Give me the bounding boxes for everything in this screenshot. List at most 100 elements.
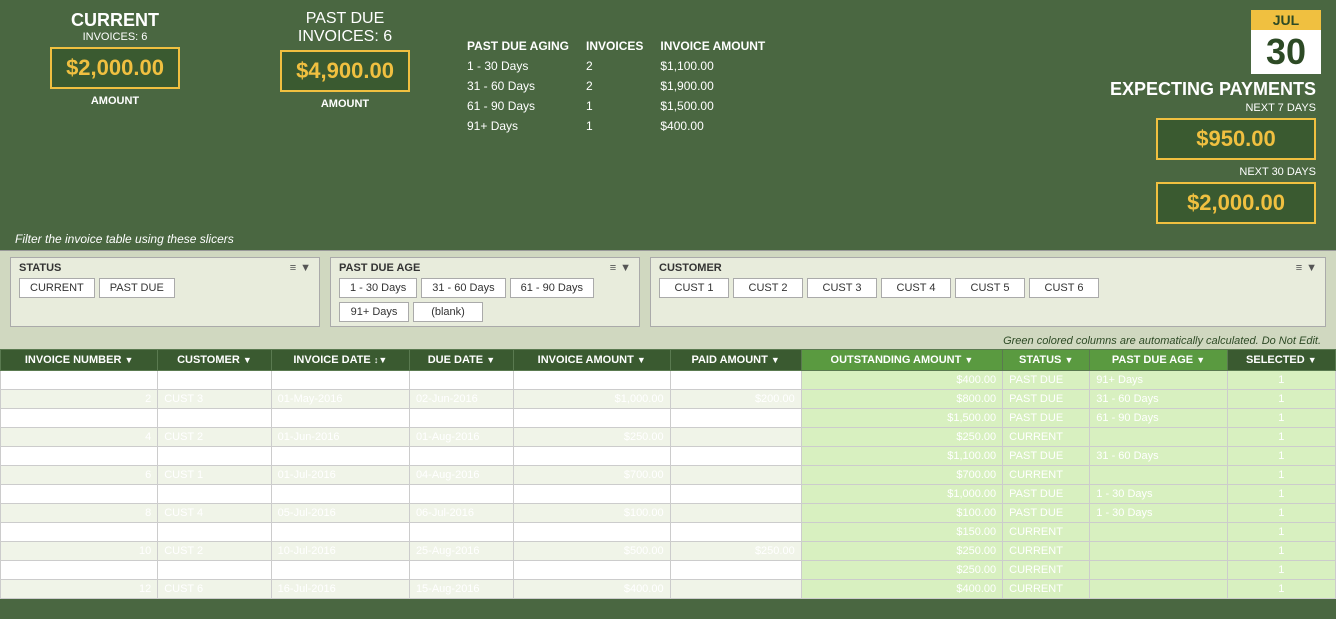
- header-area: CURRENT INVOICES: 6 $2,000.00 AMOUNT PAS…: [0, 0, 1336, 228]
- cell-paid-amount: $250.00: [670, 541, 801, 560]
- cell-outstanding: $700.00: [801, 465, 1002, 484]
- cell-invoice-date: 10-Jul-2016: [271, 541, 409, 560]
- th-outstanding-amount[interactable]: OUTSTANDING AMOUNT ▼: [801, 349, 1002, 370]
- age-slicer-btn[interactable]: 61 - 90 Days: [510, 278, 594, 298]
- aging-invoices: 2: [586, 57, 658, 75]
- cell-outstanding: $250.00: [801, 560, 1002, 579]
- invoice-number-filter-icon[interactable]: ▼: [124, 355, 133, 365]
- status-slicer-btn[interactable]: CURRENT: [19, 278, 95, 298]
- cell-paid-amount: [670, 427, 801, 446]
- main-container: CURRENT INVOICES: 6 $2,000.00 AMOUNT PAS…: [0, 0, 1336, 599]
- th-paid-amount[interactable]: PAID AMOUNT ▼: [670, 349, 801, 370]
- table-row: 7 CUST 2 01-Jul-2016 20-Jul-2016 $1,500.…: [1, 484, 1336, 503]
- cell-paid-amount: [670, 522, 801, 541]
- cell-past-due-age: [1090, 579, 1227, 598]
- invoice-date-filter-icon[interactable]: ↕▼: [374, 355, 387, 365]
- cell-invoice-amount: $500.00: [513, 541, 670, 560]
- aging-amount: $1,100.00: [660, 57, 780, 75]
- cell-invoice-amount: $150.00: [513, 522, 670, 541]
- selected-filter-icon[interactable]: ▼: [1308, 355, 1317, 365]
- customer-slicer-btn[interactable]: CUST 3: [807, 278, 877, 298]
- status-slicer-title: STATUS: [19, 262, 61, 274]
- cell-invoice-date: 01-Jul-2016: [271, 484, 409, 503]
- customer-slicer-btn[interactable]: CUST 6: [1029, 278, 1099, 298]
- table-row: 6 CUST 1 01-Jul-2016 04-Aug-2016 $700.00…: [1, 465, 1336, 484]
- cell-selected: 1: [1227, 522, 1335, 541]
- paid-amount-filter-icon[interactable]: ▼: [771, 355, 780, 365]
- cell-selected: 1: [1227, 465, 1335, 484]
- past-due-age-filter-icon[interactable]: ▼: [1196, 355, 1205, 365]
- customer-filter-icon[interactable]: ≡: [1296, 262, 1302, 274]
- th-invoice-number[interactable]: INVOICE NUMBER ▼: [1, 349, 158, 370]
- cell-invoice-number: 12: [1, 579, 158, 598]
- th-past-due-age[interactable]: PAST DUE AGE ▼: [1090, 349, 1227, 370]
- cell-invoice-date: 01-May-2016: [271, 408, 409, 427]
- cell-status: PAST DUE: [1003, 389, 1090, 408]
- customer-slicer-header: CUSTOMER ≡ ▼: [659, 262, 1317, 274]
- next30-amount-box: $2,000.00: [1156, 182, 1316, 224]
- past-due-invoices: INVOICES: 6: [255, 28, 435, 46]
- cell-due-date: 01-Apr-2016: [409, 370, 513, 389]
- cell-outstanding: $400.00: [801, 370, 1002, 389]
- table-row: 5 CUST 1 01-Jun-2016 05-Jun-2016 $1,200.…: [1, 446, 1336, 465]
- past-due-age-slicer-header: PAST DUE AGE ≡ ▼: [339, 262, 631, 274]
- cell-invoice-number: 8: [1, 503, 158, 522]
- th-invoice-amount[interactable]: INVOICE AMOUNT ▼: [513, 349, 670, 370]
- invoice-amount-filter-icon[interactable]: ▼: [637, 355, 646, 365]
- aging-range: 61 - 90 Days: [467, 97, 584, 115]
- th-invoice-date[interactable]: INVOICE DATE ↕▼: [271, 349, 409, 370]
- aging-range: 31 - 60 Days: [467, 77, 584, 95]
- cell-customer: CUST 2: [158, 541, 271, 560]
- cell-invoice-number: 1: [1, 370, 158, 389]
- cell-invoice-date: 16-Jul-2016: [271, 579, 409, 598]
- next7-amount: $950.00: [1170, 126, 1302, 152]
- current-amount-label: AMOUNT: [25, 95, 205, 107]
- customer-slicer-btn[interactable]: CUST 4: [881, 278, 951, 298]
- header-main-content: CURRENT INVOICES: 6 $2,000.00 AMOUNT PAS…: [15, 10, 1021, 137]
- cell-invoice-date: 15-Jul-2016: [271, 560, 409, 579]
- status-clear-icon[interactable]: ▼: [300, 262, 311, 274]
- cell-invoice-amount: $100.00: [513, 503, 670, 522]
- cell-status: PAST DUE: [1003, 484, 1090, 503]
- age-slicer-btn[interactable]: 1 - 30 Days: [339, 278, 417, 298]
- status-slicer-btn[interactable]: PAST DUE: [99, 278, 175, 298]
- status-slicer: STATUS ≡ ▼ CURRENTPAST DUE: [10, 257, 320, 327]
- outstanding-filter-icon[interactable]: ▼: [964, 355, 973, 365]
- cell-outstanding: $250.00: [801, 541, 1002, 560]
- age-slicer-btn[interactable]: 31 - 60 Days: [421, 278, 505, 298]
- next30-label: NEXT 30 DAYS: [1106, 166, 1316, 178]
- customer-slicer-title: CUSTOMER: [659, 262, 722, 274]
- customer-clear-icon[interactable]: ▼: [1306, 262, 1317, 274]
- customer-slicer-btn[interactable]: CUST 5: [955, 278, 1025, 298]
- calendar-day: 30: [1251, 30, 1321, 74]
- cell-past-due-age: [1090, 465, 1227, 484]
- cell-selected: 1: [1227, 579, 1335, 598]
- status-filter-icon[interactable]: ≡: [290, 262, 296, 274]
- cell-customer: CUST 4: [158, 503, 271, 522]
- th-due-date[interactable]: DUE DATE ▼: [409, 349, 513, 370]
- age-filter-icon[interactable]: ≡: [610, 262, 616, 274]
- th-status[interactable]: STATUS ▼: [1003, 349, 1090, 370]
- th-customer[interactable]: CUSTOMER ▼: [158, 349, 271, 370]
- aging-row: 1 - 30 Days 2 $1,100.00: [467, 57, 780, 75]
- age-slicer-btn[interactable]: 91+ Days: [339, 302, 409, 322]
- th-selected[interactable]: SELECTED ▼: [1227, 349, 1335, 370]
- cell-selected: 1: [1227, 503, 1335, 522]
- cell-invoice-date: 01-May-2016: [271, 389, 409, 408]
- customer-col-filter-icon[interactable]: ▼: [243, 355, 252, 365]
- customer-slicer-btn[interactable]: CUST 2: [733, 278, 803, 298]
- status-filter-col-icon[interactable]: ▼: [1064, 355, 1073, 365]
- slicers-row: STATUS ≡ ▼ CURRENTPAST DUE PAST DUE AGE …: [0, 250, 1336, 333]
- age-clear-icon[interactable]: ▼: [620, 262, 631, 274]
- cell-invoice-amount: $2,000.00: [513, 408, 670, 427]
- cell-due-date: 02-Jun-2016: [409, 389, 513, 408]
- slicers-hint: Filter the invoice table using these sli…: [0, 228, 1336, 250]
- table-row: 11 CUST 5 15-Jul-2016 12-Aug-2016 $250.0…: [1, 560, 1336, 579]
- age-slicer-btn[interactable]: (blank): [413, 302, 483, 322]
- table-row: 9 CUST 5 07-Jul-2016 15-Aug-2016 $150.00…: [1, 522, 1336, 541]
- table-row: 2 CUST 3 01-May-2016 02-Jun-2016 $1,000.…: [1, 389, 1336, 408]
- cell-status: CURRENT: [1003, 465, 1090, 484]
- customer-slicer-btn[interactable]: CUST 1: [659, 278, 729, 298]
- due-date-filter-icon[interactable]: ▼: [486, 355, 495, 365]
- cell-status: PAST DUE: [1003, 446, 1090, 465]
